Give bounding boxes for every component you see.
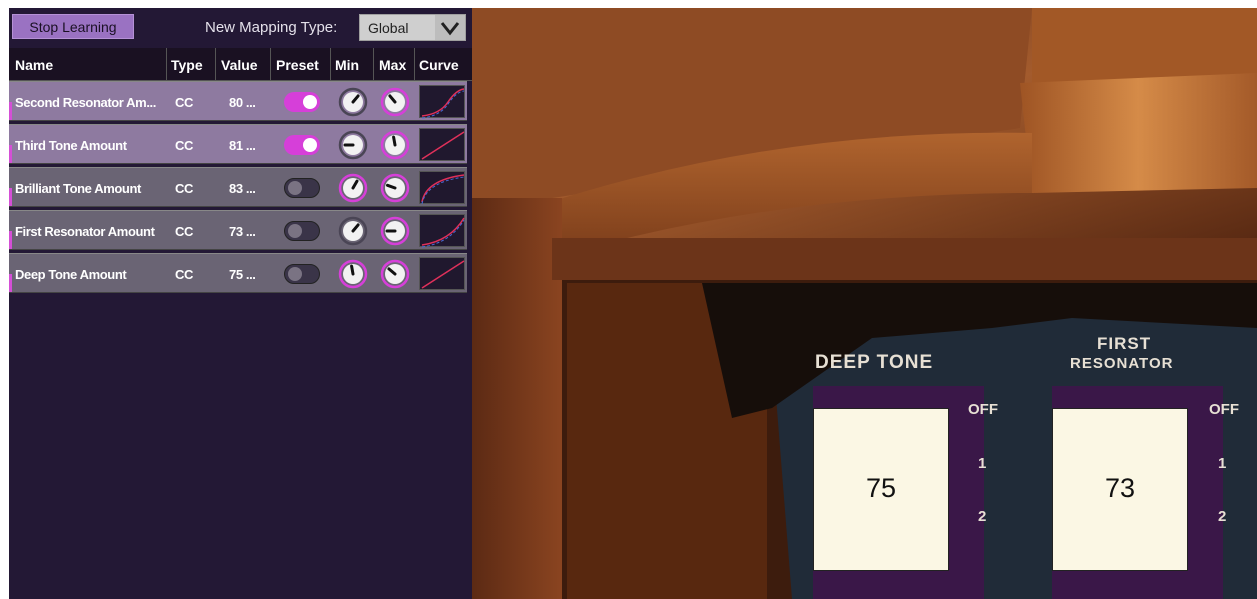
row-name: Brilliant Tone Amount: [15, 181, 141, 196]
deep-tone-title: DEEP TONE: [815, 352, 934, 373]
table-row[interactable]: First Resonator Amount CC 73 ...: [9, 210, 467, 250]
first-resonator-pos-1: 1: [1218, 455, 1227, 472]
preset-toggle[interactable]: [284, 92, 320, 112]
first-resonator-drawbar[interactable]: 73: [1052, 408, 1188, 571]
first-resonator-pos-2: 2: [1218, 508, 1227, 525]
toggle-knob: [288, 267, 302, 281]
header-preset: Preset: [276, 57, 319, 73]
mapping-type-label: New Mapping Type:: [205, 19, 338, 36]
row-type: CC: [175, 95, 193, 110]
row-name: Third Tone Amount: [15, 138, 127, 153]
curve-editor[interactable]: [419, 257, 465, 290]
curve-editor[interactable]: [419, 171, 465, 205]
toggle-knob: [303, 95, 317, 109]
row-value: 81 ...: [229, 138, 256, 153]
row-indicator: [9, 231, 12, 249]
app-frame: Stop Learning New Mapping Type: Global N…: [9, 8, 1257, 599]
midi-learn-panel: Stop Learning New Mapping Type: Global N…: [9, 8, 472, 599]
preset-toggle[interactable]: [284, 178, 320, 198]
curve-editor[interactable]: [419, 85, 465, 119]
min-knob[interactable]: [338, 130, 368, 160]
min-knob[interactable]: [338, 87, 368, 117]
row-value: 83 ...: [229, 181, 256, 196]
row-indicator: [9, 188, 12, 206]
row-value: 73 ...: [229, 224, 256, 239]
table-row[interactable]: Deep Tone Amount CC 75 ...: [9, 253, 467, 293]
preset-toggle[interactable]: [284, 264, 320, 284]
max-knob[interactable]: [380, 130, 410, 160]
chevron-down-icon: [435, 15, 465, 40]
header-value: Value: [221, 57, 258, 73]
row-type: CC: [175, 224, 193, 239]
preset-toggle[interactable]: [284, 221, 320, 241]
row-type: CC: [175, 181, 193, 196]
first-resonator-title-2: RESONATOR: [1070, 355, 1174, 372]
row-value: 80 ...: [229, 95, 256, 110]
toolbar: Stop Learning New Mapping Type: Global: [9, 8, 472, 48]
header-min: Min: [335, 57, 360, 73]
max-knob[interactable]: [380, 87, 410, 117]
deep-tone-pos-2: 2: [978, 508, 987, 525]
first-resonator-pos-off: OFF: [1209, 401, 1239, 418]
row-value: 75 ...: [229, 267, 256, 282]
row-indicator: [9, 145, 12, 163]
max-knob[interactable]: [380, 216, 410, 246]
mapping-type-value: Global: [368, 20, 409, 36]
table-row[interactable]: Second Resonator Am... CC 80 ...: [9, 81, 467, 121]
deep-tone-value: 75: [865, 473, 897, 503]
toggle-knob: [303, 138, 317, 152]
toggle-knob: [288, 224, 302, 238]
curve-editor[interactable]: [419, 128, 465, 161]
row-type: CC: [175, 138, 193, 153]
row-indicator: [9, 274, 12, 292]
max-knob[interactable]: [380, 259, 410, 289]
row-type: CC: [175, 267, 193, 282]
row-name: First Resonator Amount: [15, 224, 155, 239]
header-type: Type: [171, 57, 203, 73]
first-resonator-title-1: FIRST: [1097, 334, 1152, 353]
header-name: Name: [15, 57, 54, 73]
max-knob[interactable]: [380, 173, 410, 203]
curve-editor[interactable]: [419, 214, 465, 248]
first-resonator-value: 73: [1104, 473, 1136, 503]
header-curve: Curve: [419, 57, 459, 73]
mapping-type-select[interactable]: Global: [359, 14, 466, 41]
instrument-view: DEEP TONE FIRST RESONATOR 75 OFF 1 2 73 …: [472, 8, 1257, 599]
table-row[interactable]: Brilliant Tone Amount CC 83 ...: [9, 167, 467, 207]
header-max: Max: [379, 57, 407, 73]
preset-toggle[interactable]: [284, 135, 320, 155]
min-knob[interactable]: [338, 259, 368, 289]
deep-tone-pos-off: OFF: [968, 401, 998, 418]
row-name: Second Resonator Am...: [15, 95, 156, 110]
table-row[interactable]: Third Tone Amount CC 81 ...: [9, 124, 467, 164]
min-knob[interactable]: [338, 173, 368, 203]
row-indicator: [9, 102, 12, 120]
stop-learning-button[interactable]: Stop Learning: [12, 14, 134, 39]
deep-tone-drawbar[interactable]: 75: [813, 408, 949, 571]
row-name: Deep Tone Amount: [15, 267, 127, 282]
table-header: Name Type Value Preset Min Max Curve: [9, 48, 472, 81]
deep-tone-pos-1: 1: [978, 455, 987, 472]
toggle-knob: [288, 181, 302, 195]
min-knob[interactable]: [338, 216, 368, 246]
